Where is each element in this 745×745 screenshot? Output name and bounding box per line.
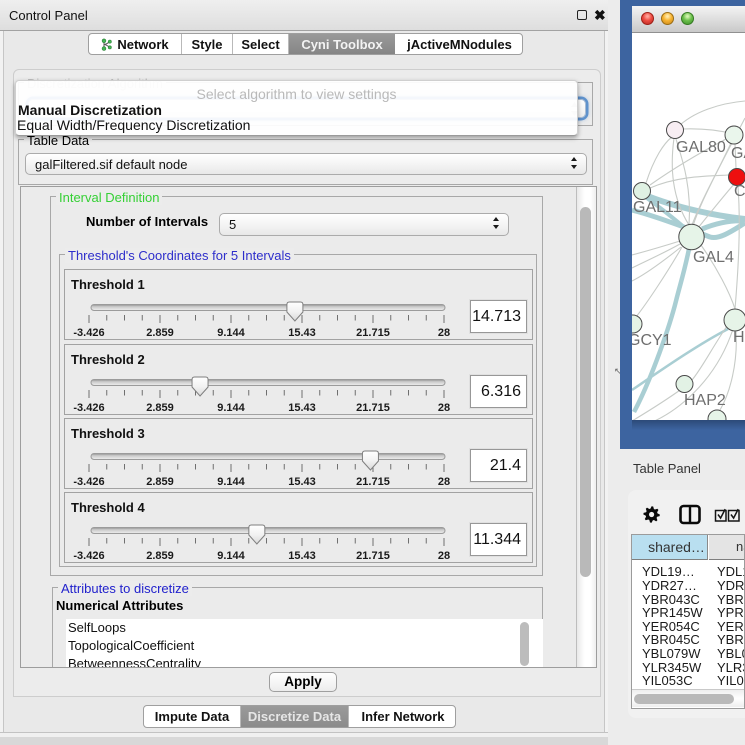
svg-text:28: 28 xyxy=(438,476,450,488)
svg-text:C: C xyxy=(734,183,745,200)
svg-text:GAL11: GAL11 xyxy=(633,199,682,216)
svg-text:28: 28 xyxy=(438,402,450,414)
svg-text:2.859: 2.859 xyxy=(146,402,174,414)
svg-text:15.43: 15.43 xyxy=(288,476,316,488)
svg-text:28: 28 xyxy=(438,327,450,339)
svg-text:HAP2: HAP2 xyxy=(684,392,726,409)
svg-text:-3.426: -3.426 xyxy=(73,550,104,562)
svg-text:9.144: 9.144 xyxy=(217,550,245,562)
svg-text:2.859: 2.859 xyxy=(146,327,174,339)
svg-text:21.715: 21.715 xyxy=(356,550,390,562)
svg-text:21.715: 21.715 xyxy=(356,327,390,339)
svg-text:15.43: 15.43 xyxy=(288,327,316,339)
svg-text:2.859: 2.859 xyxy=(146,550,174,562)
svg-text:28: 28 xyxy=(438,550,450,562)
svg-text:GAL80: GAL80 xyxy=(676,139,726,156)
svg-text:15.43: 15.43 xyxy=(288,550,316,562)
svg-text:H: H xyxy=(733,329,745,346)
svg-text:2.859: 2.859 xyxy=(146,476,174,488)
svg-text:21.715: 21.715 xyxy=(356,402,390,414)
svg-text:9.144: 9.144 xyxy=(217,327,245,339)
svg-text:9.144: 9.144 xyxy=(217,476,245,488)
svg-text:21.715: 21.715 xyxy=(356,476,390,488)
svg-text:GAL4: GAL4 xyxy=(693,249,734,266)
svg-text:15.43: 15.43 xyxy=(288,402,316,414)
svg-text:GCY1: GCY1 xyxy=(632,332,672,349)
svg-text:-3.426: -3.426 xyxy=(73,402,104,414)
svg-text:-3.426: -3.426 xyxy=(73,327,104,339)
svg-text:9.144: 9.144 xyxy=(217,402,245,414)
svg-text:GA: GA xyxy=(731,145,745,162)
svg-text:-3.426: -3.426 xyxy=(73,476,104,488)
